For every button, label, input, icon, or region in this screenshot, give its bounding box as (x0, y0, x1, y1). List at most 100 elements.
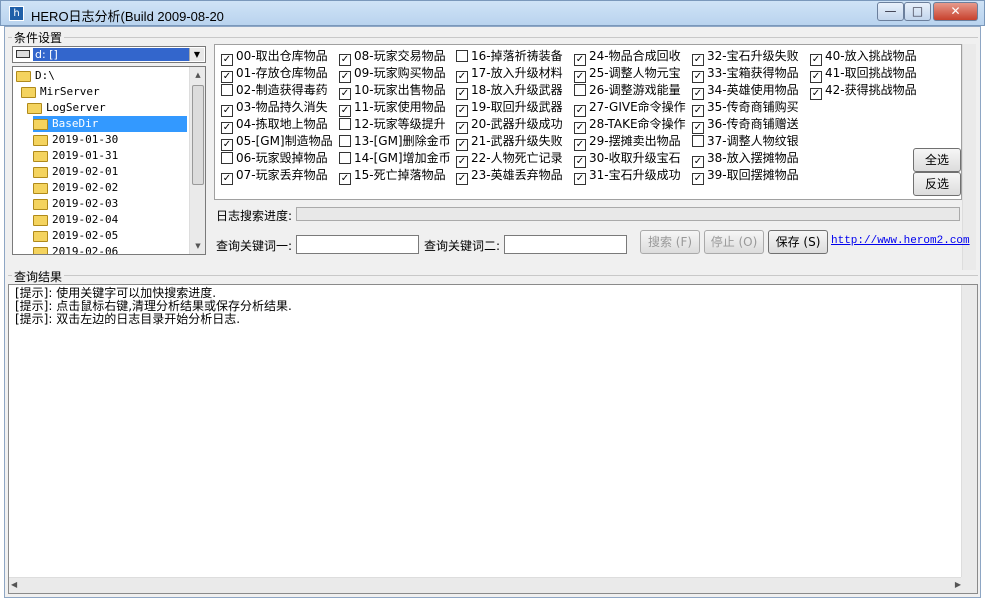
keyword1-input[interactable] (296, 235, 419, 254)
checkbox-unchecked-icon[interactable] (339, 135, 351, 147)
tree-node[interactable]: LogServer (27, 100, 106, 116)
tree-node[interactable]: D:\ (16, 68, 55, 84)
scroll-left-icon[interactable]: ◀ (11, 580, 17, 589)
log-type-checkbox[interactable]: ✓ 24-物品合成回收 (574, 48, 681, 66)
website-link[interactable]: http://www.herom2.com (831, 235, 970, 247)
log-type-checkbox[interactable]: ✓ 18-放入升级武器 (456, 82, 563, 100)
results-log[interactable]: ◀ ▶ [提示]: 使用关键字可以加快搜索进度. [提示]: 点击鼠标右键,清理分… (8, 284, 978, 594)
log-type-checkbox[interactable]: ✓ 39-取回摆摊物品 (692, 167, 799, 185)
log-type-checkbox[interactable]: 16-掉落祈祷装备 (456, 48, 563, 64)
checkbox-label: 42-获得挑战物品 (825, 83, 917, 97)
save-button[interactable]: 保存 (S) (768, 230, 828, 254)
checkbox-unchecked-icon[interactable] (339, 118, 351, 130)
log-type-checkbox[interactable]: ✓ 15-死亡掉落物品 (339, 167, 446, 185)
results-horizontal-scrollbar[interactable]: ◀ ▶ (9, 577, 963, 593)
log-type-checkbox[interactable]: ✓ 19-取回升级武器 (456, 99, 563, 117)
log-type-checkbox[interactable]: 12-玩家等级提升 (339, 116, 446, 132)
checkbox-unchecked-icon[interactable] (456, 50, 468, 62)
scroll-down-icon[interactable]: ▼ (190, 238, 205, 254)
search-button[interactable]: 搜索 (F) (640, 230, 700, 254)
tree-node[interactable]: 2019-02-01 (33, 164, 118, 180)
log-type-checkbox[interactable]: ✓ 22-人物死亡记录 (456, 150, 563, 168)
log-type-checkbox[interactable]: ✓ 23-英雄丢弃物品 (456, 167, 563, 185)
tree-node[interactable]: MirServer (21, 84, 100, 100)
log-type-checkbox[interactable]: 02-制造获得毒药 (221, 82, 328, 98)
log-type-checkbox[interactable]: ✓ 35-传奇商铺购买 (692, 99, 799, 117)
checkbox-unchecked-icon[interactable] (221, 84, 233, 96)
log-type-checkbox[interactable]: ✓ 40-放入挑战物品 (810, 48, 917, 66)
tree-node[interactable]: 2019-02-05 (33, 228, 118, 244)
log-type-checkbox[interactable]: ✓ 01-存放仓库物品 (221, 65, 328, 83)
checkbox-checked-icon[interactable]: ✓ (339, 173, 351, 185)
tree-node[interactable]: 2019-02-04 (33, 212, 118, 228)
tree-node[interactable]: 2019-02-06 (33, 244, 118, 254)
select-all-button[interactable]: 全选 (913, 148, 961, 172)
checkbox-checked-icon[interactable]: ✓ (574, 173, 586, 185)
progress-label: 日志搜索进度: (216, 209, 293, 223)
results-vertical-scrollbar[interactable] (961, 285, 977, 579)
log-type-checkbox[interactable]: ✓ 09-玩家购买物品 (339, 65, 446, 83)
log-type-checkbox[interactable]: ✓ 00-取出仓库物品 (221, 48, 328, 66)
log-type-checkbox[interactable]: ✓ 33-宝箱获得物品 (692, 65, 799, 83)
log-type-checkbox[interactable]: ✓ 21-武器升级失败 (456, 133, 563, 151)
log-type-checkbox[interactable]: ✓ 41-取回挑战物品 (810, 65, 917, 83)
stop-button[interactable]: 停止 (O) (704, 230, 764, 254)
log-type-checkbox[interactable]: ✓ 05-[GM]制造物品 (221, 133, 333, 151)
log-type-checkbox[interactable]: ✓ 20-武器升级成功 (456, 116, 563, 134)
checkbox-checked-icon[interactable]: ✓ (692, 173, 704, 185)
log-type-checkbox[interactable]: ✓ 08-玩家交易物品 (339, 48, 446, 66)
tree-node-label: 2019-02-04 (52, 213, 119, 226)
checkbox-label: 39-取回摆摊物品 (707, 168, 799, 182)
title-bar: h HERO日志分析(Build 2009-08-20 — □ ✕ (0, 0, 985, 26)
log-type-checkbox[interactable]: 14-[GM]增加金币 (339, 150, 451, 166)
log-type-checkbox[interactable]: ✓ 25-调整人物元宝 (574, 65, 681, 83)
log-type-checkbox[interactable]: ✓ 29-摆摊卖出物品 (574, 133, 681, 151)
checkbox-unchecked-icon[interactable] (692, 135, 704, 147)
log-type-checkbox[interactable]: ✓ 11-玩家使用物品 (339, 99, 446, 117)
tree-node[interactable]: BaseDir (33, 116, 187, 132)
checkbox-unchecked-icon[interactable] (574, 84, 586, 96)
maximize-button[interactable]: □ (904, 2, 931, 21)
scroll-up-icon[interactable]: ▲ (190, 67, 205, 83)
minimize-button[interactable]: — (877, 2, 904, 21)
tree-node-label: 2019-02-02 (52, 181, 119, 194)
log-type-checkbox[interactable]: ✓ 17-放入升级材料 (456, 65, 563, 83)
log-type-checkbox[interactable]: ✓ 38-放入摆摊物品 (692, 150, 799, 168)
keyword2-input[interactable] (504, 235, 627, 254)
log-type-checkbox[interactable]: ✓ 34-英雄使用物品 (692, 82, 799, 100)
scroll-thumb[interactable] (192, 85, 204, 185)
tree-scrollbar[interactable]: ▲ ▼ (189, 67, 205, 254)
tree-node[interactable]: 2019-01-30 (33, 132, 118, 148)
drive-select[interactable]: d: [] ▼ (12, 46, 206, 63)
log-type-checkbox[interactable]: ✓ 36-传奇商铺赠送 (692, 116, 799, 134)
invert-selection-button[interactable]: 反选 (913, 172, 961, 196)
log-type-checkbox[interactable]: ✓ 30-收取升级宝石 (574, 150, 681, 168)
chevron-down-icon[interactable]: ▼ (189, 48, 204, 61)
log-type-checkbox[interactable]: 13-[GM]删除金币 (339, 133, 451, 149)
checkbox-checked-icon[interactable]: ✓ (221, 173, 233, 185)
directory-tree[interactable]: 2019-02-06 2019-02-05 2019-02-04 2019-02-03… (12, 66, 206, 255)
tree-node[interactable]: 2019-01-31 (33, 148, 118, 164)
log-type-checkbox[interactable]: ✓ 32-宝石升级失败 (692, 48, 799, 66)
log-type-checkbox[interactable]: ✓ 03-物品持久消失 (221, 99, 328, 117)
log-type-checkbox[interactable]: ✓ 28-TAKE命令操作 (574, 116, 686, 134)
tree-node[interactable]: 2019-02-02 (33, 180, 118, 196)
log-type-checkbox[interactable]: ✓ 27-GIVE命令操作 (574, 99, 686, 117)
checkbox-label: 01-存放仓库物品 (236, 66, 328, 80)
tree-node[interactable]: 2019-02-03 (33, 196, 118, 212)
log-type-checkbox[interactable]: ✓ 31-宝石升级成功 (574, 167, 681, 185)
checkbox-unchecked-icon[interactable] (339, 152, 351, 164)
app-icon: h (9, 6, 24, 21)
log-type-checkbox[interactable]: ✓ 10-玩家出售物品 (339, 82, 446, 100)
log-type-checkbox[interactable]: 26-调整游戏能量 (574, 82, 681, 98)
checkbox-unchecked-icon[interactable] (221, 152, 233, 164)
checkbox-checked-icon[interactable]: ✓ (456, 173, 468, 185)
log-type-checkbox[interactable]: 37-调整人物纹银 (692, 133, 799, 149)
close-button[interactable]: ✕ (933, 2, 978, 21)
log-type-checkbox[interactable]: ✓ 42-获得挑战物品 (810, 82, 917, 100)
checkbox-label: 25-调整人物元宝 (589, 66, 681, 80)
log-type-checkbox[interactable]: ✓ 07-玩家丢弃物品 (221, 167, 328, 185)
log-type-checkbox[interactable]: ✓ 04-拣取地上物品 (221, 116, 328, 134)
log-type-checkbox[interactable]: 06-玩家毁掉物品 (221, 150, 328, 166)
checkbox-checked-icon[interactable]: ✓ (810, 88, 822, 100)
